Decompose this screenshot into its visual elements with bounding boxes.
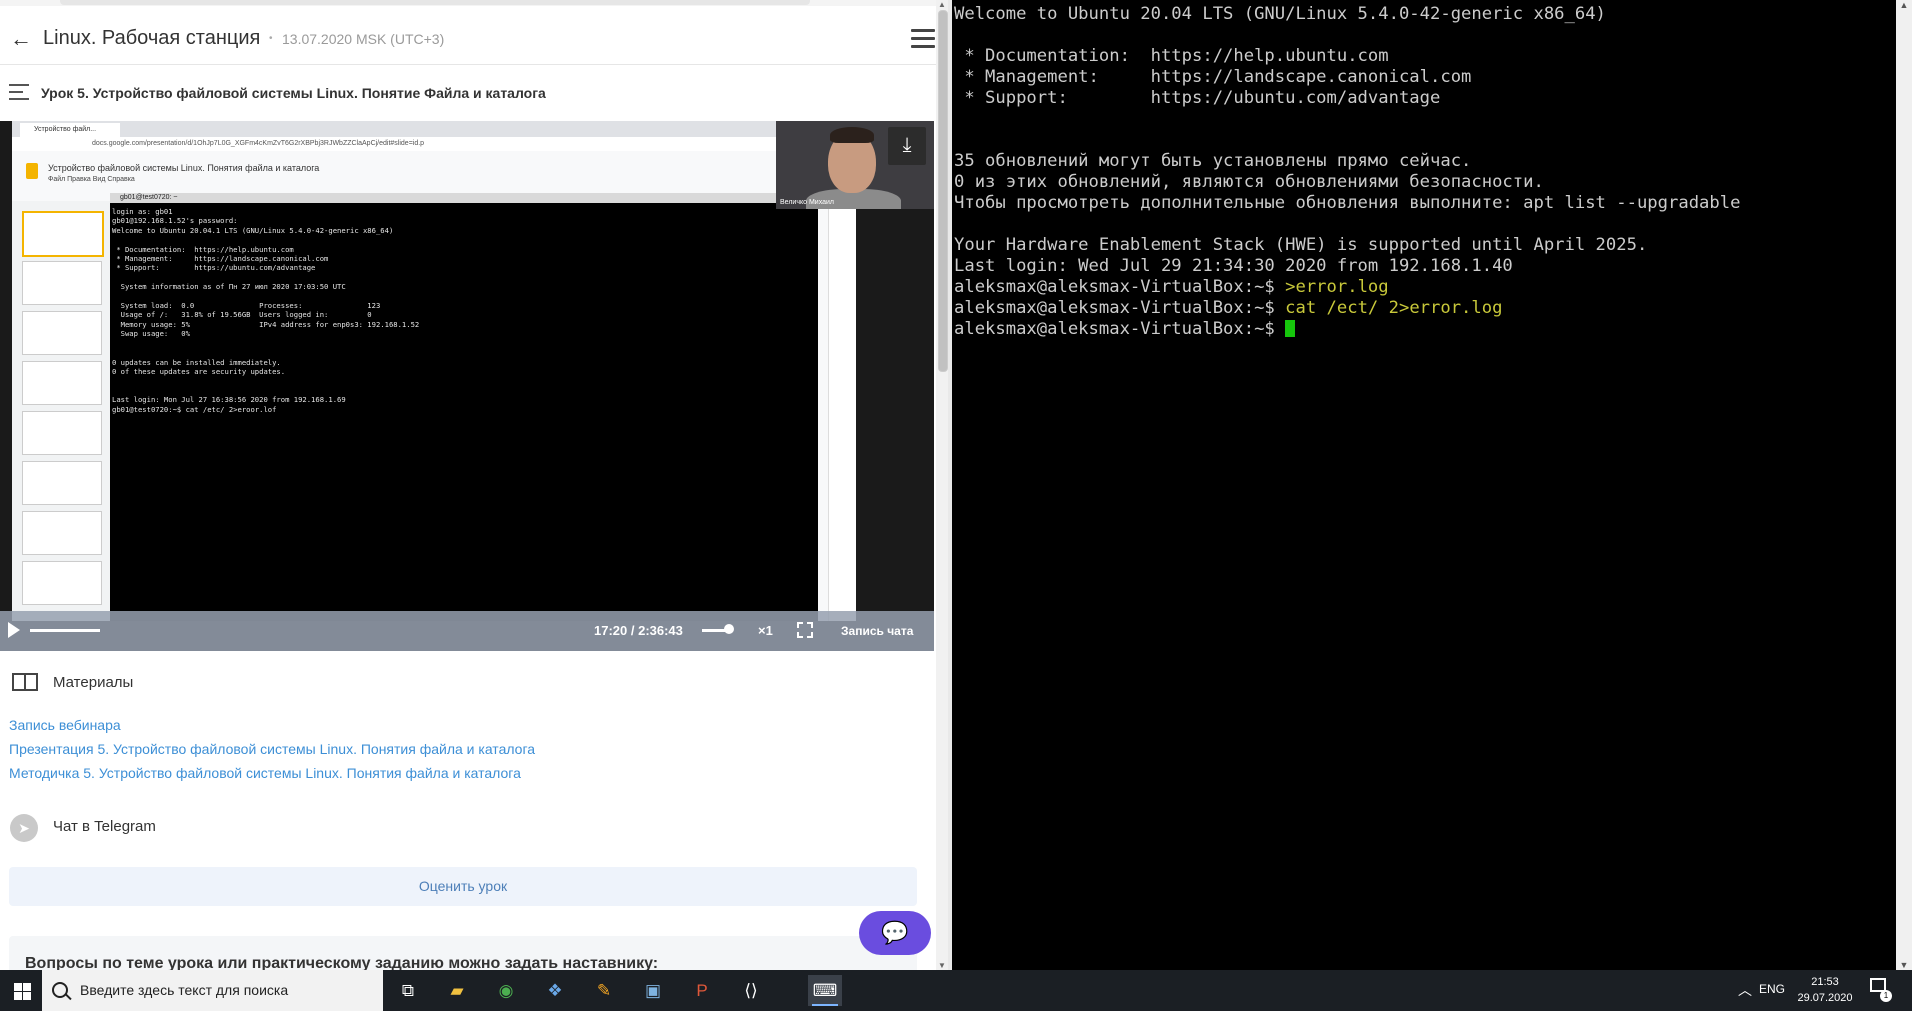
- terminal-prompt: aleksmax@aleksmax-VirtualBox:~$: [954, 319, 1286, 339]
- lesson-page: ← Linux. Рабочая станция • 13.07.2020 MS…: [0, 0, 946, 970]
- language-indicator[interactable]: ENG: [1759, 982, 1785, 996]
- lesson-list-icon[interactable]: [9, 84, 29, 105]
- taskbar-clock[interactable]: 21:53 29.07.2020: [1797, 974, 1853, 1006]
- terminal-line: Your Hardware Enablement Stack (HWE) is …: [954, 235, 1648, 255]
- terminal-output[interactable]: Welcome to Ubuntu 20.04 LTS (GNU/Linux 5…: [954, 4, 1740, 340]
- terminal-line: Чтобы просмотреть дополнительные обновле…: [954, 193, 1741, 213]
- volume-knob[interactable]: [724, 624, 734, 634]
- terminal-scrollbar[interactable]: ▲ ▼: [1896, 0, 1912, 970]
- clock-time: 21:53: [1811, 976, 1839, 988]
- page-scrollbar[interactable]: ▲ ▼: [936, 0, 948, 970]
- slide-thumbnail: [22, 511, 102, 555]
- recorded-url-bar: docs.google.com/presentation/d/1OhJp7L0G…: [12, 137, 780, 151]
- telegram-chat-link[interactable]: Чат в Telegram: [53, 818, 156, 835]
- putty-icon[interactable]: ⌨: [808, 975, 842, 1006]
- terminal-command: cat /ect/ 2>error.log: [1285, 298, 1503, 318]
- progress-bar[interactable]: [30, 629, 100, 632]
- recorded-browser-tabbar: [12, 121, 780, 137]
- recorded-terminal-title: gb01@test0720: ~: [110, 193, 818, 203]
- lesson-title: Урок 5. Устройство файловой системы Linu…: [41, 85, 546, 101]
- slide-thumbnail: [22, 311, 102, 355]
- material-link[interactable]: Запись вебинара: [9, 717, 121, 733]
- photos-icon[interactable]: ▣: [636, 975, 670, 1006]
- book-icon: [12, 673, 38, 691]
- video-controls-bar: [0, 611, 934, 651]
- terminal-line: Last login: Wed Jul 29 21:34:30 2020 fro…: [954, 256, 1513, 276]
- terminal-line: * Documentation: https://help.ubuntu.com: [954, 46, 1389, 66]
- terminal-prompt: aleksmax@aleksmax-VirtualBox:~$: [954, 298, 1286, 318]
- slide-thumbnail: [22, 211, 104, 257]
- notification-badge: 1: [1880, 990, 1892, 1002]
- clock-date: 29.07.2020: [1797, 992, 1853, 1004]
- course-title: Linux. Рабочая станция: [43, 27, 261, 49]
- terminal-line: 35 обновлений могут быть установлены пря…: [954, 151, 1472, 171]
- chevron-up-icon[interactable]: ︿: [1738, 980, 1752, 1000]
- recorded-doc-menu: Файл Правка Вид Справка: [48, 176, 135, 183]
- materials-title: Материалы: [53, 674, 134, 691]
- windows-start-icon[interactable]: [0, 970, 42, 1011]
- recorded-side-panel: [828, 201, 856, 621]
- question-text: Вопросы по теме урока или практическому …: [25, 955, 659, 970]
- terminal-prompt: aleksmax@aleksmax-VirtualBox:~$: [954, 277, 1286, 297]
- task-view-icon[interactable]: ⧉: [391, 975, 425, 1006]
- terminal-command: >error.log: [1285, 277, 1389, 297]
- playback-speed-button[interactable]: ×1: [758, 623, 773, 638]
- material-link[interactable]: Презентация 5. Устройство файловой систе…: [9, 741, 535, 757]
- presenter-name: Величко Михаил: [780, 199, 835, 206]
- top-strip: [0, 0, 936, 6]
- powerpoint-icon[interactable]: P: [685, 975, 719, 1006]
- download-icon[interactable]: ⤓: [888, 127, 926, 165]
- slide-thumbnail: [22, 361, 102, 405]
- search-icon: [52, 982, 68, 998]
- slide-thumbnail: [22, 561, 102, 605]
- hamburger-menu-icon[interactable]: [911, 29, 935, 53]
- course-date: 13.07.2020 MSK (UTC+3): [282, 31, 445, 47]
- recorded-terminal-text: login as: gb01 gb01@192.168.1.52's passw…: [112, 207, 420, 414]
- telegram-icon: ➤: [10, 814, 38, 842]
- slide-thumbnail: [22, 411, 102, 455]
- terminal-line: Welcome to Ubuntu 20.04 LTS (GNU/Linux 5…: [954, 4, 1606, 24]
- chat-bubble-icon[interactable]: 💬: [859, 911, 931, 955]
- header-divider: [0, 64, 936, 65]
- back-arrow-icon[interactable]: ←: [10, 26, 32, 52]
- chrome-icon[interactable]: ◉: [489, 975, 523, 1006]
- terminal-line: * Support: https://ubuntu.com/advantage: [954, 88, 1441, 108]
- slides-logo-icon: [26, 163, 38, 179]
- terminal-line: * Management: https://landscape.canonica…: [954, 67, 1472, 87]
- video-time: 17:20 / 2:36:43: [594, 623, 683, 638]
- virtualbox-icon[interactable]: ❖: [538, 975, 572, 1006]
- video-player[interactable]: Устройство файл... docs.google.com/prese…: [0, 121, 934, 651]
- slide-thumbnail: [22, 261, 102, 305]
- chat-record-button[interactable]: Запись чата: [841, 624, 913, 638]
- fullscreen-icon[interactable]: [797, 622, 813, 638]
- material-link[interactable]: Методичка 5. Устройство файловой системы…: [9, 765, 521, 781]
- recorded-browser-tab: Устройство файл...: [20, 123, 120, 137]
- code-editor-icon[interactable]: ⟨⟩: [734, 975, 768, 1006]
- title-separator: •: [269, 33, 273, 44]
- recorded-doc-title: Устройство файловой системы Linux. Понят…: [48, 163, 320, 173]
- terminal-cursor[interactable]: [1285, 320, 1296, 337]
- file-explorer-icon[interactable]: ▰: [440, 975, 474, 1006]
- terminal-line: 0 из этих обновлений, являются обновлени…: [954, 172, 1544, 192]
- slide-thumbnail: [22, 461, 102, 505]
- taskbar-search-placeholder[interactable]: Введите здесь текст для поиска: [80, 982, 288, 998]
- paint-icon[interactable]: ✎: [587, 975, 621, 1006]
- rate-lesson-button[interactable]: Оценить урок: [9, 867, 917, 906]
- play-icon[interactable]: [8, 622, 20, 638]
